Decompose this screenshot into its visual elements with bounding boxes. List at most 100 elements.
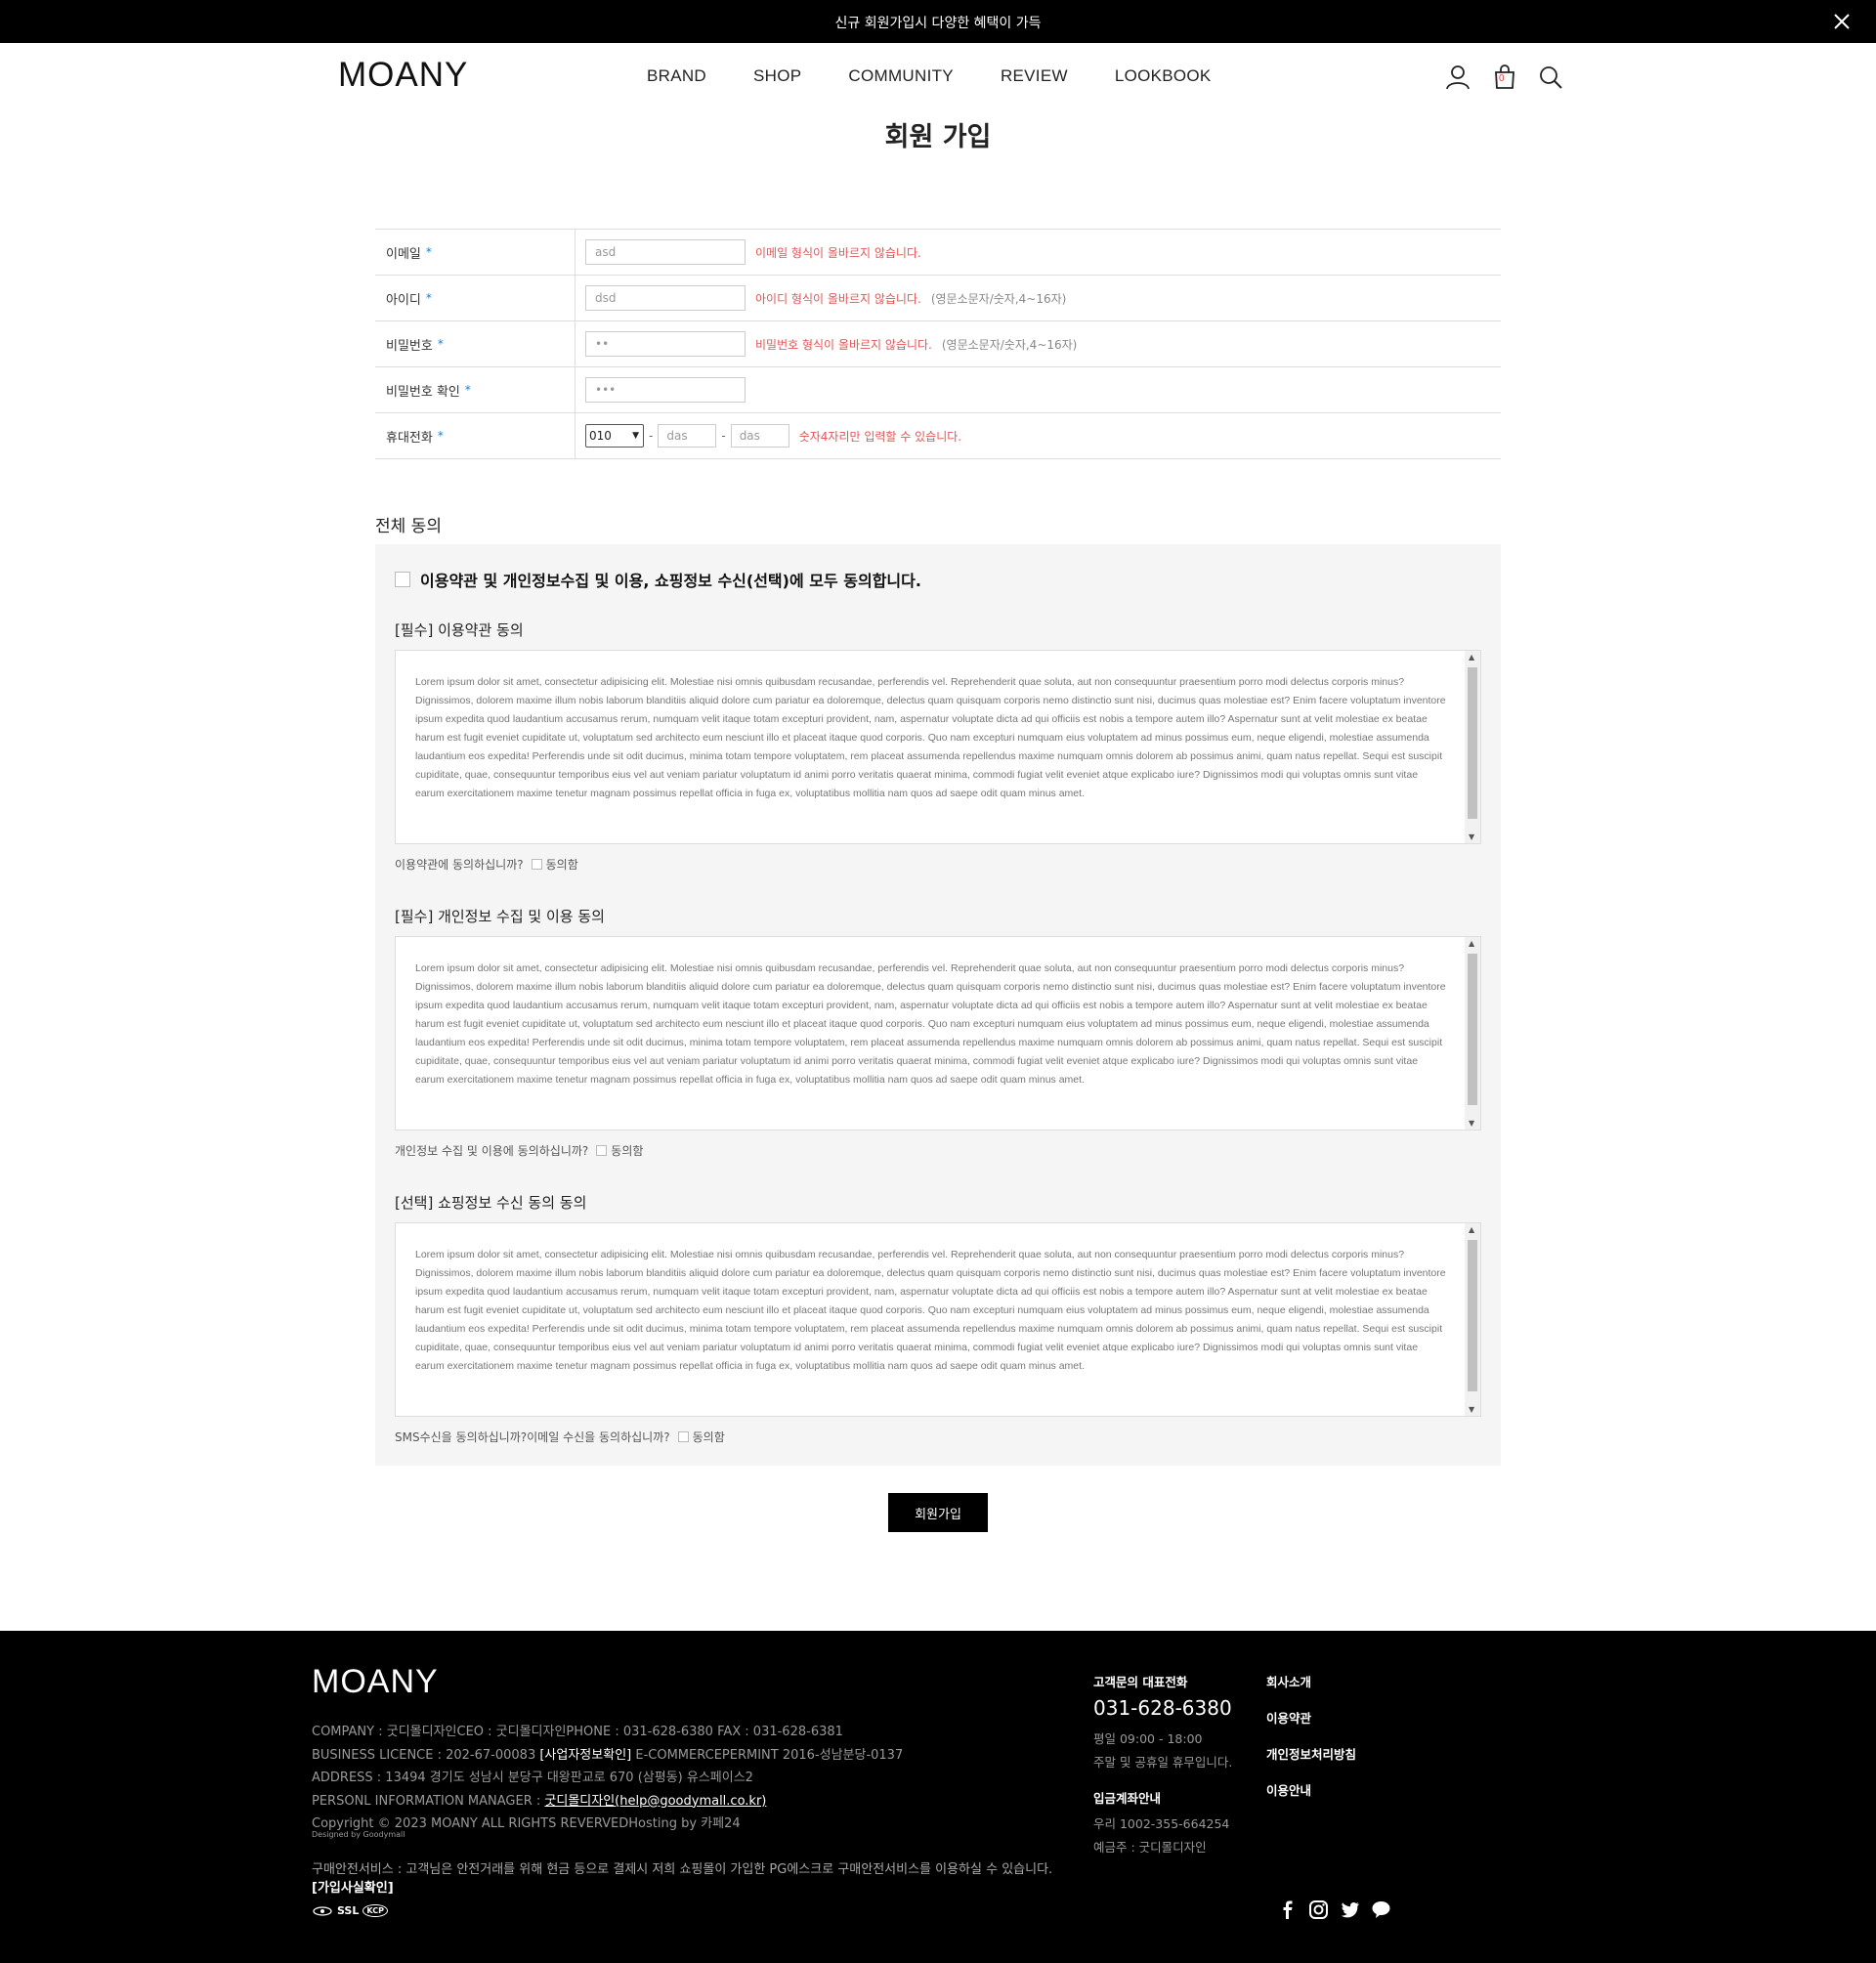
required-mark: * xyxy=(425,245,432,259)
cart-button[interactable]: 0 xyxy=(1492,64,1517,90)
nav-brand[interactable]: BRAND xyxy=(647,66,706,86)
scrollbar[interactable]: ▲ ▼ xyxy=(1465,651,1480,843)
scroll-up-icon[interactable]: ▲ xyxy=(1469,1225,1474,1234)
password-hint: (영문소문자/숫자,4~16자) xyxy=(941,337,1078,352)
bank-title: 입금계좌안내 xyxy=(1093,1791,1162,1806)
scroll-down-icon[interactable]: ▼ xyxy=(1469,832,1474,841)
company-info: COMPANY : 굿디몰디자인CEO : 굿디몰디자인PHONE : 031-… xyxy=(312,1721,903,1836)
required-mark: * xyxy=(464,383,471,397)
password-field[interactable] xyxy=(585,331,746,357)
scroll-up-icon[interactable]: ▲ xyxy=(1469,653,1474,661)
phone-last-field[interactable]: das xyxy=(730,424,789,448)
privacy-agree-checkbox[interactable] xyxy=(596,1145,608,1156)
privacy-agree-label: 동의함 xyxy=(611,1144,644,1158)
license-text: BUSINESS LICENCE : 202-67-00083 xyxy=(312,1747,540,1763)
facebook-icon[interactable] xyxy=(1277,1899,1298,1920)
agreement-title: 전체 동의 xyxy=(375,517,442,536)
escrow-confirm-link[interactable]: [가입사실확인] xyxy=(312,1881,394,1896)
password-confirm-label: 비밀번호 확인 xyxy=(386,384,460,400)
kakaotalk-icon[interactable] xyxy=(1371,1899,1391,1920)
nav-shop[interactable]: SHOP xyxy=(753,66,801,86)
site-header: MOANY BRAND SHOP COMMUNITY REVIEW LOOKBO… xyxy=(0,43,1876,111)
email-row: 이메일 * 이메일 형식이 올바르지 않습니다. xyxy=(375,230,1501,276)
phone-dash: - xyxy=(721,429,726,443)
all-agree-label: 이용약관 및 개인정보수집 및 이용, 쇼핑정보 수신(선택)에 모두 동의합니… xyxy=(420,572,921,590)
footer-logo[interactable]: MOANY xyxy=(312,1663,439,1701)
nav-community[interactable]: COMMUNITY xyxy=(848,66,954,86)
site-footer: MOANY COMPANY : 굿디몰디자인CEO : 굿디몰디자인PHONE … xyxy=(0,1631,1876,1963)
scrollbar[interactable]: ▲ ▼ xyxy=(1465,1223,1480,1416)
chevron-down-icon: ▼ xyxy=(632,431,639,441)
password-error: 비밀번호 형식이 올바르지 않습니다. xyxy=(755,337,932,352)
kcp-badge: KCP xyxy=(362,1904,388,1917)
footer-link-company[interactable]: 회사소개 xyxy=(1266,1672,1356,1690)
ssl-badge: SSL KCP xyxy=(312,1904,388,1917)
terms-agree-label: 동의함 xyxy=(545,858,578,872)
scroll-up-icon[interactable]: ▲ xyxy=(1469,939,1474,948)
privacy-question: 개인정보 수집 및 이용에 동의하십니까? xyxy=(395,1144,589,1158)
site-logo[interactable]: MOANY xyxy=(338,56,468,95)
ssl-text: SSL xyxy=(337,1904,360,1917)
phone-mid-field[interactable]: das xyxy=(658,424,717,448)
instagram-icon[interactable] xyxy=(1308,1899,1329,1920)
cart-icon xyxy=(1495,64,1514,89)
userid-row: 아이디 * 아이디 형식이 올바르지 않습니다. (영문소문자/숫자,4~16자) xyxy=(375,276,1501,321)
bank-account: 우리 1002-355-664254 xyxy=(1093,1816,1230,1831)
marketing-textarea[interactable]: Lorem ipsum dolor sit amet, consectetur … xyxy=(395,1222,1481,1417)
scroll-down-icon[interactable]: ▼ xyxy=(1469,1119,1474,1128)
twitter-icon[interactable] xyxy=(1340,1899,1360,1920)
marketing-text: Lorem ipsum dolor sit amet, consectetur … xyxy=(415,1249,1446,1372)
terms-question: 이용약관에 동의하십니까? xyxy=(395,858,524,872)
eye-icon xyxy=(313,1905,332,1916)
email-field[interactable] xyxy=(585,239,746,265)
footer-link-guide[interactable]: 이용안내 xyxy=(1266,1780,1356,1799)
company-line: COMPANY : 굿디몰디자인CEO : 굿디몰디자인PHONE : 031-… xyxy=(312,1725,843,1739)
userid-label: 아이디 xyxy=(386,292,421,308)
marketing-agree-checkbox[interactable] xyxy=(677,1431,689,1442)
phone-row: 휴대전화 * 010 ▼ - das - das 숫자4자리만 입력할 수 있습니다… xyxy=(375,413,1501,459)
user-icon[interactable] xyxy=(1445,64,1471,90)
close-icon[interactable] xyxy=(1833,13,1851,30)
business-info-link[interactable]: [사업자정보확인] xyxy=(539,1748,631,1763)
privacy-section-title: [필수] 개인정보 수집 및 이용 동의 xyxy=(395,908,605,925)
scrollbar[interactable]: ▲ ▼ xyxy=(1465,937,1480,1130)
phone-error: 숫자4자리만 입력할 수 있습니다. xyxy=(798,429,962,444)
terms-textarea[interactable]: Lorem ipsum dolor sit amet, consectetur … xyxy=(395,650,1481,844)
footer-link-privacy[interactable]: 개인정보처리방침 xyxy=(1266,1744,1356,1763)
password-confirm-field[interactable] xyxy=(585,377,746,403)
email-error: 이메일 형식이 올바르지 않습니다. xyxy=(755,245,921,260)
marketing-agree-label: 동의함 xyxy=(692,1430,725,1444)
scroll-thumb[interactable] xyxy=(1468,1240,1477,1391)
signup-form: 이메일 * 이메일 형식이 올바르지 않습니다. 아이디 * 아이디 형식이 올바르… xyxy=(375,229,1501,459)
scroll-thumb[interactable] xyxy=(1468,954,1477,1105)
search-icon[interactable] xyxy=(1538,64,1563,90)
scroll-thumb[interactable] xyxy=(1468,667,1477,819)
marketing-question: SMS수신을 동의하십니까?이메일 수신을 동의하십니까? xyxy=(395,1430,670,1444)
designed-by: Designed by Goodymall xyxy=(312,1830,405,1839)
phone-prefix-value: 010 xyxy=(589,429,612,443)
all-agree-row: 이용약관 및 개인정보수집 및 이용, 쇼핑정보 수신(선택)에 모두 동의합니… xyxy=(395,568,921,591)
userid-field[interactable] xyxy=(585,285,746,311)
required-mark: * xyxy=(437,337,444,351)
nav-lookbook[interactable]: LOOKBOOK xyxy=(1115,66,1212,86)
cs-title: 고객문의 대표전화 xyxy=(1093,1675,1188,1689)
footer-link-terms[interactable]: 이용약관 xyxy=(1266,1708,1356,1727)
promo-text: 신규 회원가입시 다양한 혜택이 가득 xyxy=(834,16,1042,31)
manager-email-link[interactable]: 굿디몰디자인(help@goodymall.co.kr) xyxy=(544,1794,766,1809)
bank-holder: 예금주 : 굿디몰디자인 xyxy=(1093,1840,1207,1855)
agreement-box: 이용약관 및 개인정보수집 및 이용, 쇼핑정보 수신(선택)에 모두 동의합니… xyxy=(375,544,1501,1466)
phone-label: 휴대전화 xyxy=(386,430,433,446)
password-label: 비밀번호 xyxy=(386,338,433,354)
permit-text: E-COMMERCEPERMINT 2016-성남분당-0137 xyxy=(631,1747,904,1763)
escrow-notice: 구매안전서비스 : 고객님은 안전거래를 위해 현금 등으로 결제시 저희 쇼핑… xyxy=(312,1860,1064,1898)
nav-review[interactable]: REVIEW xyxy=(1001,66,1068,86)
phone-prefix-select[interactable]: 010 ▼ xyxy=(585,424,644,448)
terms-agree-checkbox[interactable] xyxy=(531,859,542,870)
cs-phone: 031-628-6380 xyxy=(1093,1696,1232,1720)
scroll-down-icon[interactable]: ▼ xyxy=(1469,1405,1474,1414)
privacy-text: Lorem ipsum dolor sit amet, consectetur … xyxy=(415,962,1446,1086)
cs-hours: 평일 09:00 - 18:00 xyxy=(1093,1731,1203,1746)
privacy-textarea[interactable]: Lorem ipsum dolor sit amet, consectetur … xyxy=(395,936,1481,1131)
signup-submit-button[interactable]: 회원가입 xyxy=(888,1493,988,1532)
all-agree-checkbox[interactable] xyxy=(395,572,410,587)
